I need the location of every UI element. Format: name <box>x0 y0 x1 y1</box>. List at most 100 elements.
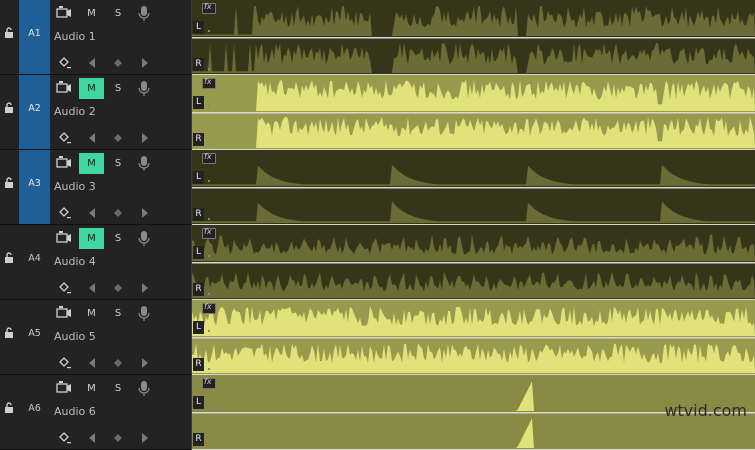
channel-left-label: L <box>193 171 204 184</box>
volume-keyframe-dot[interactable] <box>208 330 210 332</box>
solo-button[interactable]: S <box>108 78 128 99</box>
track-target-toggle[interactable]: A6 <box>19 375 50 449</box>
lock-icon[interactable] <box>4 99 14 113</box>
volume-keyframe-dot[interactable] <box>208 405 210 407</box>
solo-button[interactable]: S <box>108 3 128 24</box>
fx-badge-icon[interactable]: fx <box>202 2 216 14</box>
next-keyframe-icon[interactable] <box>140 205 150 219</box>
next-keyframe-icon[interactable] <box>140 355 150 369</box>
track-id-label: A3 <box>28 178 41 189</box>
keyframe-toggle-icon[interactable] <box>57 280 73 294</box>
channel-left-label: L <box>193 321 204 334</box>
audio-track-a6: A6 M S Audio 6 fx L R <box>0 375 755 450</box>
next-keyframe-icon[interactable] <box>140 55 150 69</box>
volume-keyframe-dot[interactable] <box>208 68 210 70</box>
track-id-label: A2 <box>28 103 41 114</box>
volume-keyframe-dot[interactable] <box>208 143 210 145</box>
microphone-icon[interactable] <box>136 303 152 324</box>
solo-button[interactable]: S <box>108 378 128 399</box>
video-camera-icon[interactable] <box>55 153 75 174</box>
next-keyframe-icon[interactable] <box>140 280 150 294</box>
fx-badge-icon[interactable]: fx <box>202 152 216 164</box>
microphone-icon[interactable] <box>136 228 152 249</box>
fx-badge-icon[interactable]: fx <box>202 302 216 314</box>
previous-keyframe-icon[interactable] <box>87 205 97 219</box>
lock-icon[interactable] <box>4 399 14 413</box>
track-target-toggle[interactable]: A5 <box>19 300 50 374</box>
fx-badge-icon[interactable]: fx <box>202 227 216 239</box>
volume-keyframe-dot[interactable] <box>208 255 210 257</box>
track-id-label: A6 <box>28 403 41 414</box>
next-keyframe-icon[interactable] <box>140 430 150 444</box>
mute-button[interactable]: M <box>79 78 104 99</box>
channel-left-label: L <box>193 21 204 34</box>
track-target-toggle[interactable]: A1 <box>19 0 50 74</box>
video-camera-icon[interactable] <box>55 78 75 99</box>
keyframe-toggle-icon[interactable] <box>57 430 73 444</box>
previous-keyframe-icon[interactable] <box>87 280 97 294</box>
volume-keyframe-dot[interactable] <box>208 105 210 107</box>
audio-clip[interactable]: fx L R <box>191 300 755 375</box>
video-camera-icon[interactable] <box>55 303 75 324</box>
channel-left-label: L <box>193 96 204 109</box>
previous-keyframe-icon[interactable] <box>87 355 97 369</box>
volume-keyframe-dot[interactable] <box>208 180 210 182</box>
previous-keyframe-icon[interactable] <box>87 55 97 69</box>
fx-badge-icon[interactable]: fx <box>202 377 216 389</box>
track-target-toggle[interactable]: A2 <box>19 75 50 149</box>
volume-keyframe-dot[interactable] <box>208 30 210 32</box>
microphone-icon[interactable] <box>136 153 152 174</box>
keyframe-toggle-icon[interactable] <box>57 205 73 219</box>
video-camera-icon[interactable] <box>55 228 75 249</box>
track-id-label: A5 <box>28 328 41 339</box>
add-keyframe-icon[interactable] <box>113 280 123 294</box>
add-keyframe-icon[interactable] <box>113 430 123 444</box>
solo-button[interactable]: S <box>108 153 128 174</box>
fx-label: fx <box>204 302 212 311</box>
mute-button[interactable]: M <box>79 153 104 174</box>
track-name: Audio 6 <box>54 405 96 418</box>
video-camera-icon[interactable] <box>55 3 75 24</box>
mute-button[interactable]: M <box>79 228 104 249</box>
volume-keyframe-dot[interactable] <box>208 443 210 445</box>
mute-button[interactable]: M <box>79 3 104 24</box>
track-target-toggle[interactable]: A3 <box>19 150 50 224</box>
lock-icon[interactable] <box>4 324 14 338</box>
keyframe-toggle-icon[interactable] <box>57 55 73 69</box>
volume-keyframe-dot[interactable] <box>208 218 210 220</box>
audio-clip[interactable]: fx L R <box>191 0 755 75</box>
lock-icon[interactable] <box>4 249 14 263</box>
volume-keyframe-dot[interactable] <box>208 368 210 370</box>
add-keyframe-icon[interactable] <box>113 130 123 144</box>
solo-button[interactable]: S <box>108 303 128 324</box>
audio-clip[interactable]: fx L R <box>191 225 755 300</box>
channel-right-label: R <box>193 58 204 71</box>
keyframe-toggle-icon[interactable] <box>57 130 73 144</box>
mute-button[interactable]: M <box>79 378 104 399</box>
track-name: Audio 4 <box>54 255 96 268</box>
add-keyframe-icon[interactable] <box>113 205 123 219</box>
waveform <box>192 75 755 150</box>
microphone-icon[interactable] <box>136 3 152 24</box>
audio-clip[interactable]: fx L R <box>191 75 755 150</box>
watermark: wtvid.com <box>664 401 747 420</box>
volume-keyframe-dot[interactable] <box>208 293 210 295</box>
track-target-toggle[interactable]: A4 <box>19 225 50 299</box>
waveform <box>192 225 755 300</box>
add-keyframe-icon[interactable] <box>113 55 123 69</box>
audio-clip[interactable]: fx L R <box>191 150 755 225</box>
mute-button[interactable]: M <box>79 303 104 324</box>
microphone-icon[interactable] <box>136 378 152 399</box>
lock-icon[interactable] <box>4 174 14 188</box>
video-camera-icon[interactable] <box>55 378 75 399</box>
previous-keyframe-icon[interactable] <box>87 130 97 144</box>
next-keyframe-icon[interactable] <box>140 130 150 144</box>
keyframe-toggle-icon[interactable] <box>57 355 73 369</box>
channel-right-label: R <box>193 283 204 296</box>
previous-keyframe-icon[interactable] <box>87 430 97 444</box>
add-keyframe-icon[interactable] <box>113 355 123 369</box>
microphone-icon[interactable] <box>136 78 152 99</box>
lock-icon[interactable] <box>4 24 14 38</box>
fx-badge-icon[interactable]: fx <box>202 77 216 89</box>
solo-button[interactable]: S <box>108 228 128 249</box>
